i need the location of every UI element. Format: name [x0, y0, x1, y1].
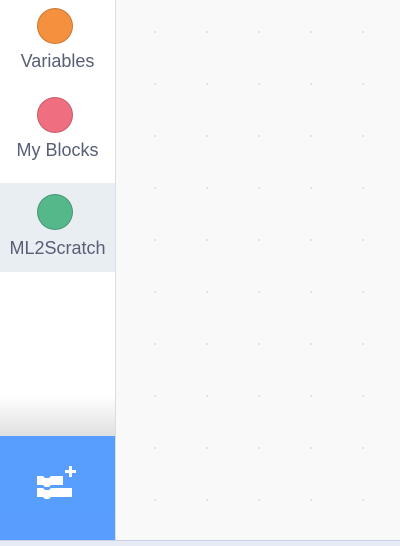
category-menu: Variables My Blocks ML2Scratch — [0, 0, 116, 540]
scratch-editor: Variables My Blocks ML2Scratch — [0, 0, 400, 546]
category-label: Variables — [20, 51, 95, 71]
category-label: ML2Scratch — [9, 238, 106, 258]
bottom-edge — [0, 540, 400, 546]
ml2scratch-category-icon — [37, 194, 73, 230]
category-my-blocks[interactable]: My Blocks — [0, 82, 115, 171]
add-extension-icon — [37, 466, 76, 499]
category-label: My Blocks — [16, 140, 99, 160]
variables-category-icon — [37, 8, 73, 44]
category-variables[interactable]: Variables — [0, 0, 115, 82]
code-workspace[interactable] — [116, 0, 400, 540]
category-ml2scratch[interactable]: ML2Scratch — [0, 183, 115, 272]
my-blocks-category-icon — [37, 97, 73, 133]
add-extension-button[interactable] — [0, 436, 115, 540]
menu-fade — [0, 396, 115, 436]
